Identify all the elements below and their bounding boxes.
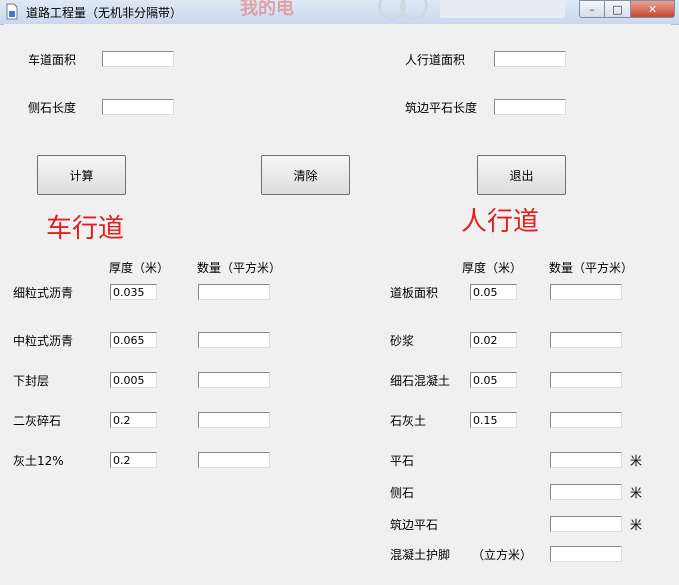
- sidewalk-thickness-input[interactable]: [470, 284, 517, 300]
- sidewalk-quantity-input[interactable]: [550, 372, 622, 388]
- concrete-footing-unit: （立方米）: [472, 548, 533, 562]
- window-controls: – □ ✕: [579, 0, 675, 18]
- roadway-thickness-input[interactable]: [110, 372, 157, 388]
- window-title: 道路工程量（无机非分隔带）: [26, 6, 183, 20]
- flat-stone-input[interactable]: [550, 452, 622, 468]
- roadway-quantity-header: 数量（平方米）: [197, 261, 282, 275]
- concrete-footing-label: 混凝土护脚: [390, 548, 451, 562]
- flat-stone-unit: 米: [630, 454, 643, 468]
- flat-stone-label: 平石: [390, 454, 415, 468]
- curb-stone-input[interactable]: [550, 484, 622, 500]
- roadway-row-label: 中粒式沥青: [13, 334, 74, 348]
- roadway-quantity-input[interactable]: [198, 452, 270, 468]
- roadway-thickness-input[interactable]: [110, 332, 157, 348]
- roadway-quantity-input[interactable]: [198, 284, 270, 300]
- sidewalk-heading: 人行道: [461, 207, 540, 237]
- sidewalk-quantity-input[interactable]: [550, 284, 622, 300]
- roadway-heading: 车行道: [46, 214, 125, 244]
- edge-flat-length-label: 筑边平石长度: [405, 101, 478, 115]
- background-watermark: 我的电: [240, 0, 294, 19]
- road-area-label: 车道面积: [28, 53, 77, 67]
- roadway-row-label: 细粒式沥青: [13, 286, 74, 300]
- form-client-area: 车道面积 侧石长度 人行道面积 筑边平石长度 计算 清除 退出 车行道 人行道 …: [4, 24, 671, 585]
- roadway-quantity-input[interactable]: [198, 332, 270, 348]
- roadway-thickness-header: 厚度（米）: [109, 261, 170, 275]
- edge-flat-length-input[interactable]: [494, 99, 566, 115]
- background-bar: [440, 0, 565, 18]
- curb-stone-unit: 米: [630, 486, 643, 500]
- sidewalk-area-label: 人行道面积: [405, 53, 466, 67]
- roadway-row-label: 下封层: [13, 374, 50, 388]
- road-area-input[interactable]: [102, 51, 174, 67]
- calculate-button[interactable]: 计算: [37, 155, 126, 195]
- exit-button[interactable]: 退出: [477, 155, 566, 195]
- sidewalk-quantity-input[interactable]: [550, 412, 622, 428]
- concrete-footing-input[interactable]: [550, 546, 622, 562]
- background-circle-icon: [400, 0, 428, 20]
- clear-button[interactable]: 清除: [261, 155, 350, 195]
- sidewalk-thickness-header: 厚度（米）: [462, 261, 523, 275]
- roadway-row-label: 灰土12%: [13, 454, 64, 468]
- sidewalk-thickness-input[interactable]: [470, 372, 517, 388]
- roadway-row-label: 二灰碎石: [13, 414, 62, 428]
- edge-flat-stone-input[interactable]: [550, 516, 622, 532]
- sidewalk-row-label: 石灰土: [390, 414, 427, 428]
- roadway-quantity-input[interactable]: [198, 372, 270, 388]
- sidewalk-row-label: 砂浆: [390, 334, 415, 348]
- curb-length-label: 侧石长度: [28, 101, 77, 115]
- sidewalk-thickness-input[interactable]: [470, 332, 517, 348]
- sidewalk-area-input[interactable]: [494, 51, 566, 67]
- sidewalk-quantity-header: 数量（平方米）: [549, 261, 634, 275]
- edge-flat-stone-unit: 米: [630, 518, 643, 532]
- sidewalk-thickness-input[interactable]: [470, 412, 517, 428]
- edge-flat-stone-label: 筑边平石: [390, 518, 439, 532]
- maximize-button[interactable]: □: [605, 0, 631, 18]
- roadway-thickness-input[interactable]: [110, 452, 157, 468]
- curb-length-input[interactable]: [102, 99, 174, 115]
- roadway-thickness-input[interactable]: [110, 284, 157, 300]
- sidewalk-quantity-input[interactable]: [550, 332, 622, 348]
- app-icon: [6, 3, 18, 20]
- roadway-thickness-input[interactable]: [110, 412, 157, 428]
- curb-stone-label: 侧石: [390, 486, 415, 500]
- roadway-quantity-input[interactable]: [198, 412, 270, 428]
- close-button[interactable]: ✕: [631, 0, 675, 18]
- minimize-button[interactable]: –: [579, 0, 605, 18]
- sidewalk-row-label: 细石混凝土: [390, 374, 451, 388]
- title-bar: 道路工程量（无机非分隔带） 我的电 – □ ✕: [0, 0, 679, 25]
- sidewalk-row-label: 道板面积: [390, 286, 439, 300]
